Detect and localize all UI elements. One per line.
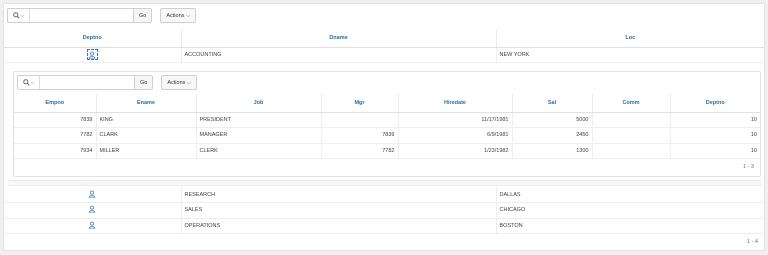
job-cell: MANAGER (196, 127, 322, 144)
user-icon[interactable] (88, 221, 96, 229)
column-header-ename[interactable]: Ename (96, 94, 197, 113)
detail-search-group: ⌵ Go (17, 75, 154, 90)
job-cell: PRESIDENT (196, 112, 322, 128)
table-row: 7782 CLARK MANAGER 7839 6/9/1981 2450 10 (14, 127, 760, 144)
master-table: Deptno Dname Loc ACCOUNTING NEW YORK (4, 29, 764, 63)
chevron-down-icon: ⌵ (30, 79, 35, 86)
sal-cell: 1300 (512, 143, 593, 159)
master-report-region: ⌵ Go Actions ⌵ Deptno Dname Loc ACCOUNTI… (3, 3, 765, 251)
loc-cell: CHICAGO (496, 202, 764, 219)
row-expand-cell (4, 47, 182, 63)
column-header-mgr[interactable]: Mgr (321, 94, 399, 113)
chevron-down-icon: ⌵ (187, 79, 192, 86)
detail-table: Empno Ename Job Mgr Hiredate Sal Comm De… (14, 94, 760, 159)
sal-cell: 5000 (512, 112, 593, 128)
hiredate-cell: 11/17/1981 (398, 112, 513, 128)
column-header-job[interactable]: Job (196, 94, 322, 113)
column-header-dname[interactable]: Dname (181, 29, 497, 48)
empno-cell: 7934 (14, 143, 97, 159)
search-icon (12, 12, 20, 19)
mgr-cell: 7782 (321, 143, 399, 159)
detail-pagination: 1 - 3 (742, 164, 754, 170)
loc-cell: BOSTON (496, 218, 764, 234)
user-icon[interactable] (88, 190, 96, 198)
table-row: ACCOUNTING NEW YORK (4, 47, 764, 63)
detail-search-input[interactable] (40, 76, 134, 89)
column-header-deptno[interactable]: Deptno (4, 29, 182, 48)
search-icon (22, 79, 30, 86)
detail-report-region: ⌵ Go Actions ⌵ Empno Ename Job Mgr Hired… (13, 71, 761, 177)
ename-cell: MILLER (96, 143, 197, 159)
column-header-loc[interactable]: Loc (496, 29, 764, 48)
master-table-continued: RESEARCH DALLAS SALES CHICAGO OPERATIONS… (4, 187, 764, 234)
detail-region-divider (8, 180, 762, 186)
job-cell: CLERK (196, 143, 322, 159)
master-actions-button[interactable]: Actions ⌵ (160, 8, 197, 23)
master-search-column-button[interactable]: ⌵ (8, 9, 30, 22)
master-pagination: 1 - 4 (746, 239, 758, 245)
user-icon[interactable] (88, 205, 96, 213)
deptno-cell: 10 (670, 127, 760, 144)
dname-cell: RESEARCH (181, 187, 497, 203)
user-icon[interactable] (86, 49, 98, 60)
dname-cell: SALES (181, 202, 497, 219)
actions-label: Actions (167, 79, 186, 86)
sal-cell: 2450 (512, 127, 593, 144)
master-go-button[interactable]: Go (133, 9, 152, 22)
hiredate-cell: 6/9/1981 (398, 127, 513, 144)
table-row: OPERATIONS BOSTON (4, 218, 764, 234)
table-row: SALES CHICAGO (4, 202, 764, 219)
detail-search-column-button[interactable]: ⌵ (18, 76, 40, 89)
row-expand-cell (4, 218, 182, 234)
chevron-down-icon: ⌵ (186, 12, 191, 19)
table-row: 7934 MILLER CLERK 7782 1/23/1982 1300 10 (14, 143, 760, 159)
dname-cell: ACCOUNTING (181, 47, 497, 63)
row-expand-cell (4, 202, 182, 219)
comm-cell (592, 112, 671, 128)
column-header-comm[interactable]: Comm (592, 94, 671, 113)
mgr-cell: 7839 (321, 127, 399, 144)
row-expand-cell (4, 187, 182, 203)
detail-header-row: Empno Ename Job Mgr Hiredate Sal Comm De… (14, 94, 760, 113)
loc-cell: NEW YORK (496, 47, 764, 63)
column-header-deptno[interactable]: Deptno (670, 94, 760, 113)
master-search-group: ⌵ Go (7, 8, 153, 23)
deptno-cell: 10 (670, 112, 760, 128)
table-row: RESEARCH DALLAS (4, 187, 764, 203)
column-header-sal[interactable]: Sal (512, 94, 593, 113)
detail-toolbar: ⌵ Go Actions ⌵ (17, 75, 198, 90)
deptno-cell: 10 (670, 143, 760, 159)
comm-cell (592, 143, 671, 159)
master-header-row: Deptno Dname Loc (4, 29, 764, 48)
ename-cell: KING (96, 112, 197, 128)
actions-label: Actions (166, 12, 185, 19)
table-row: 7839 KING PRESIDENT 11/17/1981 5000 10 (14, 112, 760, 128)
empno-cell: 7782 (14, 127, 97, 144)
column-header-hiredate[interactable]: Hiredate (398, 94, 513, 113)
comm-cell (592, 127, 671, 144)
dname-cell: OPERATIONS (181, 218, 497, 234)
detail-go-button[interactable]: Go (134, 76, 153, 89)
loc-cell: DALLAS (496, 187, 764, 203)
detail-actions-button[interactable]: Actions ⌵ (161, 75, 198, 90)
hiredate-cell: 1/23/1982 (398, 143, 513, 159)
empno-cell: 7839 (14, 112, 97, 128)
master-toolbar: ⌵ Go Actions ⌵ (7, 8, 197, 23)
column-header-empno[interactable]: Empno (14, 94, 97, 113)
mgr-cell (321, 112, 399, 128)
master-search-input[interactable] (30, 9, 133, 22)
ename-cell: CLARK (96, 127, 197, 144)
chevron-down-icon: ⌵ (20, 12, 25, 19)
